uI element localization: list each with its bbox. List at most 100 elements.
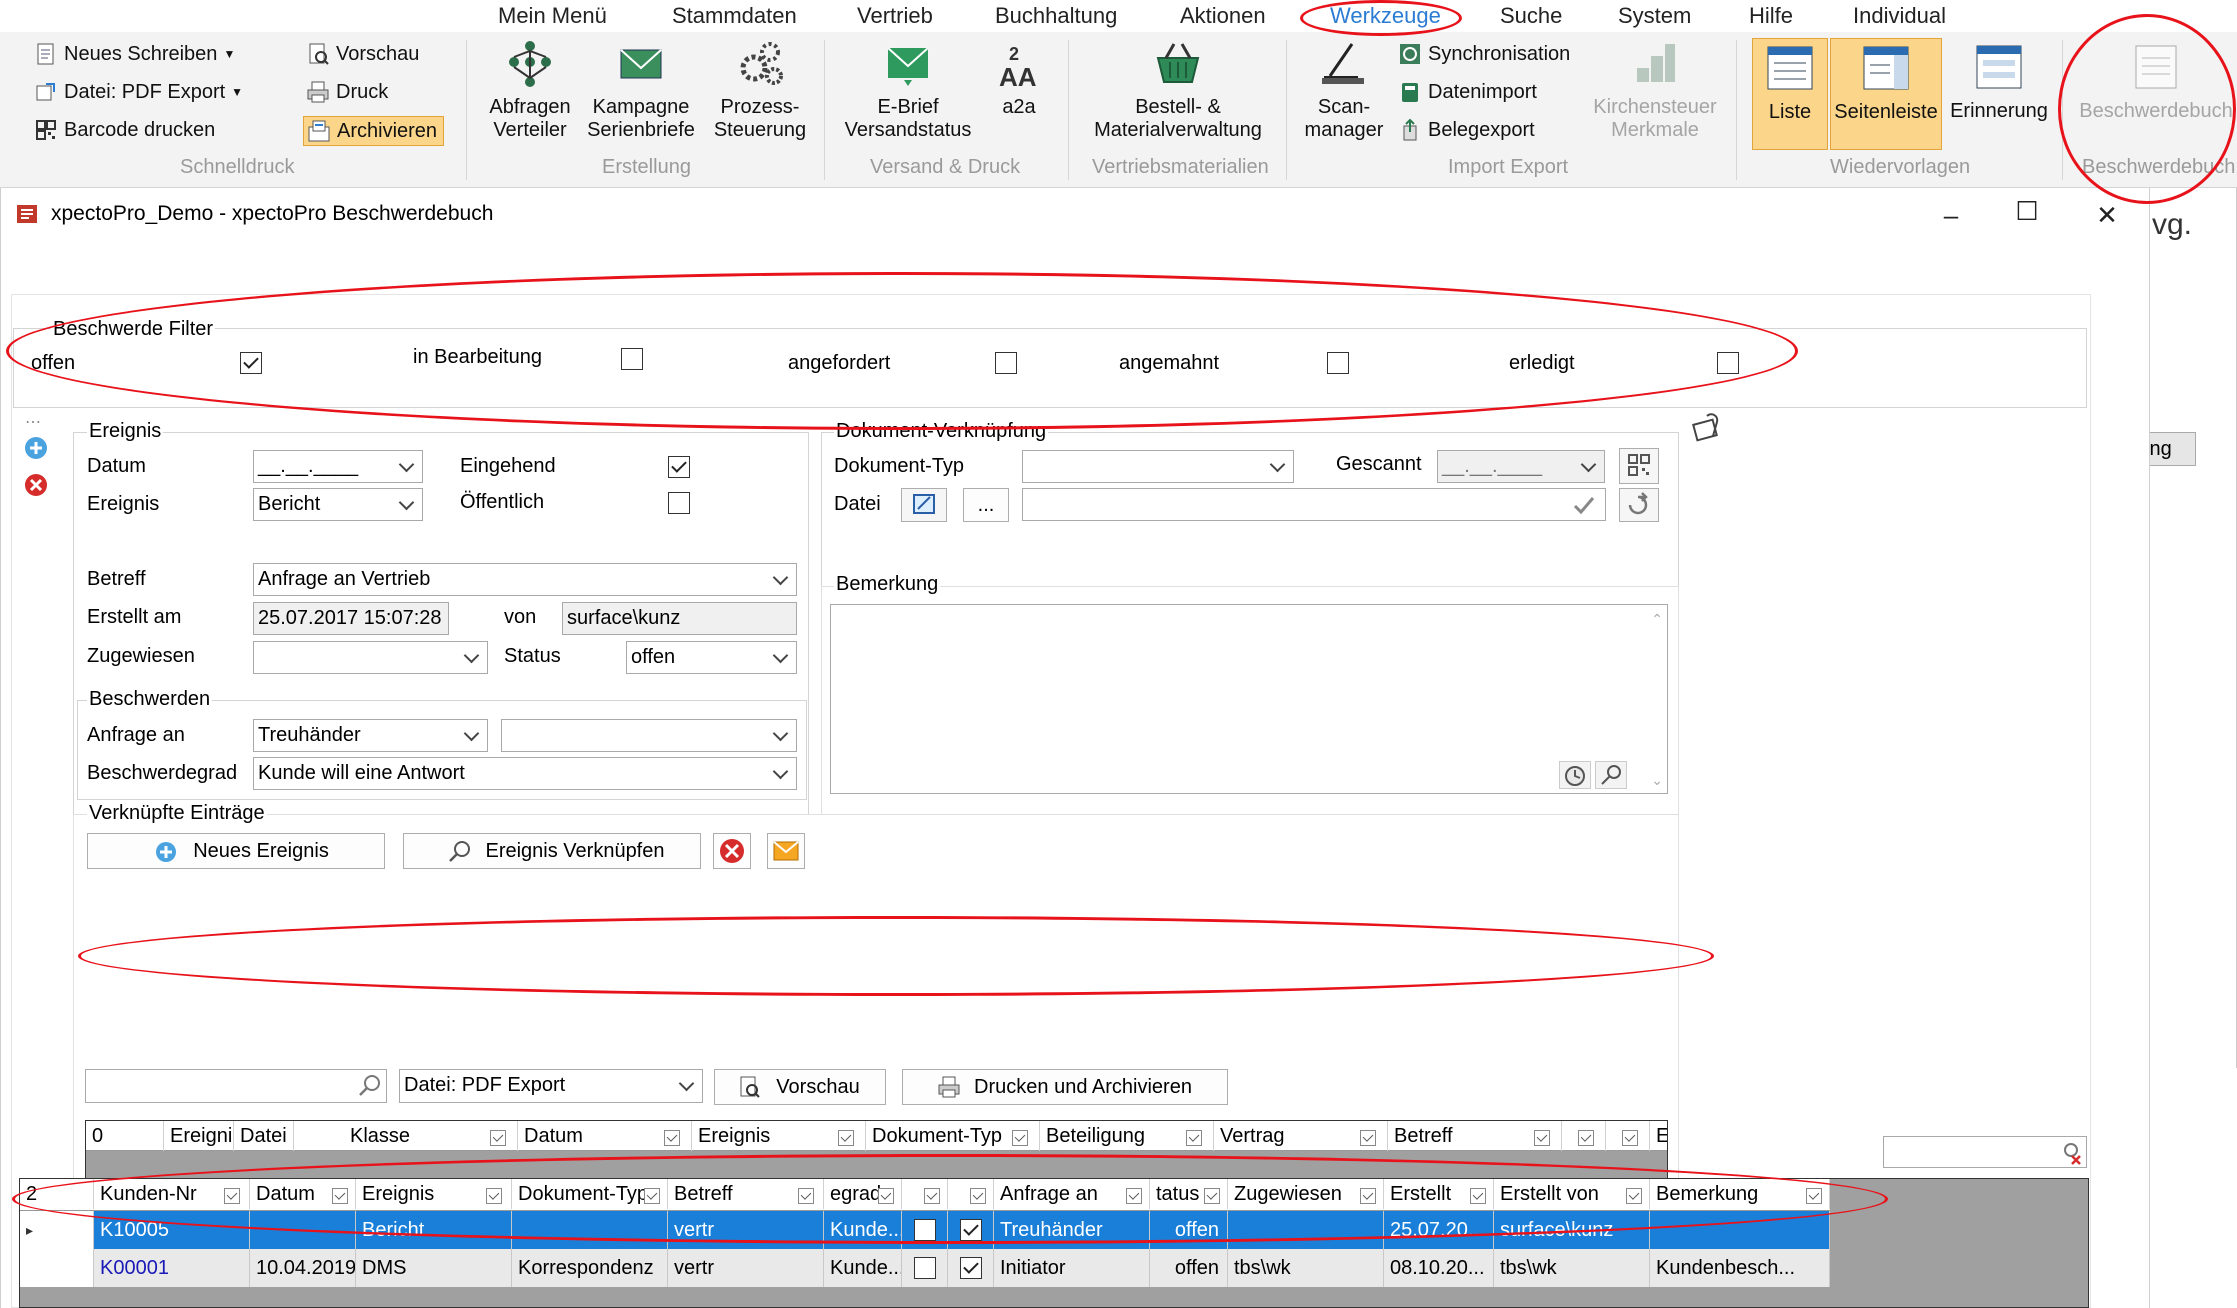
remove-link-button[interactable] — [713, 833, 751, 869]
email-export-button[interactable] — [767, 833, 805, 869]
filter-icon[interactable] — [1012, 1130, 1028, 1146]
beschwerdegrad-combo[interactable]: Kunde will eine Antwort — [253, 757, 797, 790]
ereignis-combo[interactable]: Bericht — [253, 488, 423, 521]
prozess-steuerung-button[interactable]: Prozess- Steuerung — [706, 38, 814, 142]
kampagne-serienbriefe-button[interactable]: Kampagne Serienbriefe — [582, 38, 700, 142]
verknuepft-vorschau-button[interactable]: Vorschau — [714, 1069, 886, 1105]
belegexport-button[interactable]: Belegexport — [1398, 118, 1535, 142]
synchronisation-button[interactable]: Synchronisation — [1398, 42, 1570, 66]
delete-icon[interactable] — [23, 472, 49, 498]
tab-individual[interactable]: Individual — [1853, 0, 1946, 32]
column-header[interactable]: Datei — [234, 1121, 294, 1151]
tab-hilfe[interactable]: Hilfe — [1749, 0, 1793, 32]
maximize-button[interactable]: ☐ — [2007, 196, 2047, 227]
filter-icon[interactable] — [664, 1130, 680, 1146]
ebrief-versandstatus-button[interactable]: E-Brief Versandstatus — [838, 38, 978, 142]
filter-icon[interactable] — [1578, 1130, 1594, 1146]
betreff-combo[interactable]: Anfrage an Vertrieb — [253, 563, 797, 596]
column-header[interactable]: E — [1650, 1121, 1667, 1151]
browse-file-button[interactable]: ... — [963, 488, 1009, 522]
verknuepft-search-box[interactable] — [85, 1069, 387, 1103]
filter-icon[interactable] — [1622, 1130, 1638, 1146]
tab-aktionen[interactable]: Aktionen — [1180, 0, 1266, 32]
add-icon[interactable] — [23, 435, 49, 461]
column-header[interactable]: 0 — [86, 1121, 164, 1151]
row-checkbox-1[interactable] — [914, 1257, 936, 1279]
gescannt-combo[interactable]: __.__.____ — [1437, 450, 1605, 483]
ereignis-verknuepfen-button[interactable]: Ereignis Verknüpfen — [403, 833, 701, 869]
svg-text:2: 2 — [1009, 44, 1019, 64]
minimize-button[interactable]: – — [1931, 200, 1971, 231]
close-button[interactable]: ✕ — [2087, 200, 2127, 231]
pdf-export-button[interactable]: Datei: PDF Export ▼ — [34, 80, 243, 104]
qr-code-button[interactable] — [1619, 448, 1659, 484]
attachment-icon[interactable] — [1689, 412, 1723, 446]
filter-icon[interactable] — [1360, 1130, 1376, 1146]
export-icon — [34, 80, 58, 104]
beschwerden-group-title: Beschwerden — [87, 688, 213, 711]
main-grid-search-input[interactable] — [1883, 1136, 2087, 1168]
filter-icon[interactable] — [1186, 1130, 1202, 1146]
drucken-archivieren-button[interactable]: Drucken und Archivieren — [902, 1069, 1228, 1105]
app-icon — [15, 201, 41, 225]
search-icon[interactable] — [356, 1073, 382, 1099]
scan-manager-button[interactable]: Scan- manager — [1294, 38, 1394, 142]
svg-text:AA: AA — [999, 62, 1037, 90]
anfrage-an-combo[interactable]: Treuhänder — [253, 719, 488, 752]
column-header[interactable]: Ereigni — [164, 1121, 234, 1151]
annotation-filter — [6, 272, 1798, 430]
vorschau-button[interactable]: Vorschau — [306, 42, 419, 66]
search-text-button[interactable] — [1595, 761, 1627, 789]
dokument-typ-combo[interactable] — [1022, 450, 1294, 483]
erinnerung-button[interactable]: Erinnerung — [1946, 38, 2052, 123]
table-row[interactable]: K00001 10.04.2019 DMS Korrespondenz vert… — [20, 1249, 1830, 1287]
dokument-typ-cell: Korrespondenz — [512, 1249, 668, 1287]
tab-mein-menue[interactable]: Mein Menü — [498, 0, 607, 32]
mail-envelope-icon — [615, 38, 667, 90]
status-cell: offen — [1150, 1249, 1228, 1287]
eingehend-checkbox[interactable] — [668, 456, 690, 478]
a2a-button[interactable]: 2 AA a2a — [984, 38, 1054, 119]
kunden-nr-cell[interactable]: K00001 — [94, 1249, 250, 1287]
tab-buchhaltung[interactable]: Buchhaltung — [995, 0, 1117, 32]
datum-combo[interactable]: __.__.____ — [253, 450, 423, 483]
neues-schreiben-button[interactable]: Neues Schreiben ▼ — [34, 42, 235, 66]
datei-path-field[interactable] — [1022, 488, 1606, 521]
clear-search-icon[interactable] — [2058, 1140, 2084, 1166]
filter-icon[interactable] — [1534, 1130, 1550, 1146]
neues-ereignis-button[interactable]: Neues Ereignis — [87, 833, 385, 869]
tab-vertrieb[interactable]: Vertrieb — [857, 0, 933, 32]
scroll-down-arrow-icon[interactable]: ⌄ — [1651, 772, 1663, 789]
zugewiesen-cell: tbs\wk — [1228, 1249, 1384, 1287]
barcode-drucken-button[interactable]: Barcode drucken — [34, 118, 215, 142]
timestamp-button[interactable] — [1559, 761, 1591, 789]
liste-button[interactable]: Liste — [1752, 38, 1828, 150]
archivieren-button[interactable]: Archivieren — [303, 116, 445, 146]
tab-stammdaten[interactable]: Stammdaten — [672, 0, 797, 32]
druck-button[interactable]: Druck — [306, 80, 388, 104]
betreff-cell: vertr — [668, 1249, 824, 1287]
filter-icon[interactable] — [490, 1130, 506, 1146]
tab-suche[interactable]: Suche — [1500, 0, 1562, 32]
scan-document-button[interactable] — [901, 488, 947, 522]
refresh-document-button[interactable] — [1619, 488, 1659, 522]
bemerkung-textarea[interactable]: ⌃ ⌄ — [830, 604, 1668, 794]
oeffentlich-checkbox[interactable] — [668, 492, 690, 514]
network-icon — [504, 38, 556, 90]
abfragen-verteiler-button[interactable]: Abfragen Verteiler — [482, 38, 578, 142]
bestell-materialverwaltung-button[interactable]: Bestell- & Materialverwaltung — [1080, 38, 1276, 142]
seitenleiste-button[interactable]: Seitenleiste — [1830, 38, 1942, 150]
checkmark-icon — [1571, 492, 1597, 518]
filter-icon[interactable] — [838, 1130, 854, 1146]
kirchensteuer-merkmale-button[interactable]: Kirchensteuer Merkmale — [1586, 38, 1724, 142]
scroll-up-arrow-icon[interactable]: ⌃ — [1651, 611, 1663, 628]
zugewiesen-combo[interactable] — [253, 641, 488, 674]
datenimport-button[interactable]: Datenimport — [1398, 80, 1537, 104]
status-combo[interactable]: offen — [626, 641, 797, 674]
add-icon — [154, 840, 178, 864]
chevron-down-icon — [766, 642, 796, 673]
anfrage-an-detail-combo[interactable] — [501, 719, 797, 752]
row-checkbox-2[interactable] — [960, 1257, 982, 1279]
tab-system[interactable]: System — [1618, 0, 1691, 32]
export-format-combo[interactable]: Datei: PDF Export — [399, 1069, 703, 1103]
